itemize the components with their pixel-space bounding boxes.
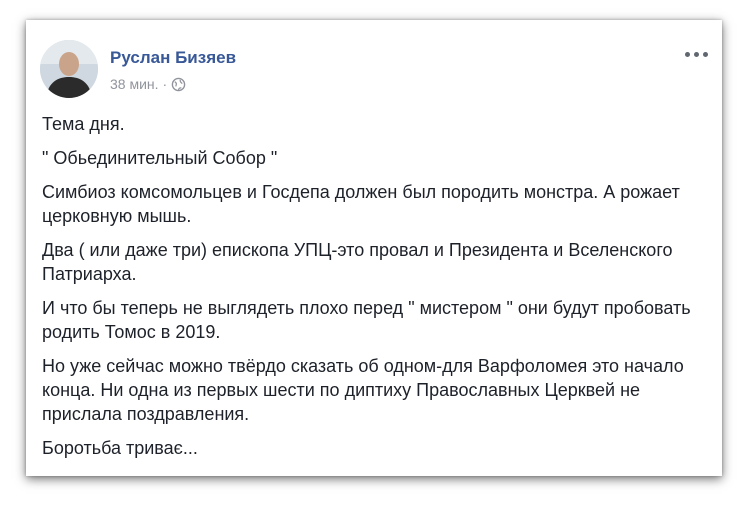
post-paragraph: Боротьба триває... — [42, 438, 198, 458]
post-paragraph: " Обьединительный Собор " — [42, 148, 278, 168]
post-meta: 38 мин. · — [110, 76, 186, 92]
more-options-icon[interactable] — [685, 52, 708, 57]
post-paragraph: Тема дня. — [42, 114, 125, 134]
author-avatar[interactable] — [40, 40, 98, 98]
post-card: Руслан Бизяев 38 мин. · Тема дня. " Обье… — [26, 20, 722, 476]
post-paragraph: И что бы теперь не выглядеть плохо перед… — [42, 298, 691, 342]
post-paragraph: Но уже сейчас можно твёрдо сказать об од… — [42, 356, 684, 424]
post-paragraph: Симбиоз комсомольцев и Госдепа должен бы… — [42, 182, 680, 226]
post-time[interactable]: 38 мин. — [110, 76, 159, 92]
meta-separator: · — [162, 76, 168, 92]
author-name[interactable]: Руслан Бизяев — [110, 48, 236, 68]
globe-icon[interactable] — [171, 77, 186, 92]
post-text: Тема дня. " Обьединительный Собор " Симб… — [42, 112, 702, 470]
post-paragraph: Два ( или даже три) епископа УПЦ-это про… — [42, 240, 673, 284]
